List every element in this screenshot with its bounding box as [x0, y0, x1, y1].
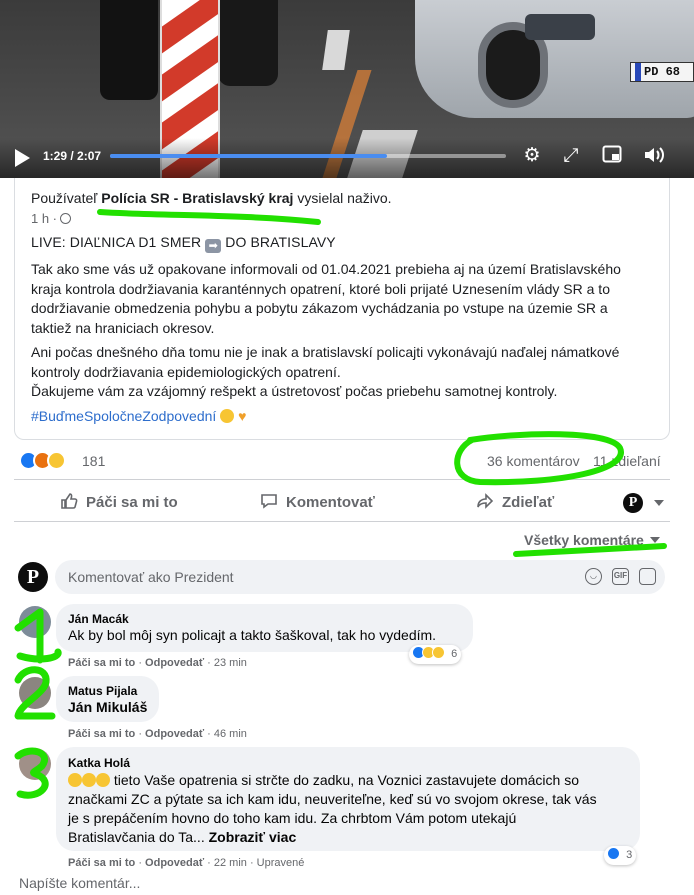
- comment-reply-link[interactable]: Odpovedať: [145, 728, 204, 740]
- user-avatar: P: [18, 562, 48, 592]
- comment-footer: Páči sa mi to · Odpovedať · 46 min: [68, 728, 247, 740]
- live-suffix: vysielal naživo.: [297, 190, 392, 206]
- smile-emoji-icon: [96, 773, 110, 787]
- thumbs-up-icon: [61, 493, 78, 509]
- comment-like-link[interactable]: Páči sa mi to: [68, 728, 135, 740]
- comment-time[interactable]: · 46 min: [207, 728, 247, 740]
- comment-text-line: Bratislavčania do Ta... Zobraziť viac: [68, 828, 296, 847]
- pip-icon[interactable]: [601, 145, 623, 167]
- smile-emoji-icon: [82, 773, 96, 787]
- police-officer-figure: [100, 0, 158, 100]
- comment-button[interactable]: Komentovať: [260, 492, 375, 511]
- divider: [14, 479, 670, 480]
- sticker-icon[interactable]: [639, 568, 656, 585]
- comment-text-line: je s prepáčením hovno do toho kam idu. Z…: [68, 810, 517, 826]
- mentioned-user-link[interactable]: Ján Mikuláš: [68, 698, 147, 717]
- share-arrow-icon: [477, 493, 494, 509]
- chevron-down-icon: [649, 537, 660, 543]
- video-time: 1:29 / 2:07: [43, 149, 102, 163]
- chevron-down-icon[interactable]: [654, 500, 664, 506]
- globe-icon: [60, 213, 72, 224]
- post-paragraph: Tak ako sme vás už opakovane informovali…: [31, 261, 621, 336]
- right-arrow-icon: ➡: [205, 239, 222, 253]
- comment-count[interactable]: 36 komentárov: [487, 453, 580, 469]
- comment-time[interactable]: · 23 min: [207, 657, 247, 669]
- comment-reactions[interactable]: 6: [409, 645, 462, 664]
- share-label: Zdieľať: [502, 494, 555, 511]
- avatar[interactable]: [19, 606, 51, 638]
- post-title: LIVE: DIAĽNICA D1 SMER ➡ DO BRATISLAVY: [31, 234, 336, 253]
- comment-text: Ak by bol môj syn policajt a takto šaško…: [68, 627, 437, 643]
- share-button[interactable]: Zdieľať: [476, 492, 554, 511]
- avatar[interactable]: [19, 677, 51, 709]
- post-age[interactable]: 1 h ·: [31, 211, 57, 226]
- comment-input-placeholder: Komentovať ako Prezident: [68, 569, 234, 585]
- comment-author[interactable]: Ján Macák: [68, 612, 129, 626]
- volume-icon[interactable]: [643, 145, 665, 167]
- comment-reply-link[interactable]: Odpovedať: [145, 857, 204, 869]
- see-more-link[interactable]: Zobraziť viac: [209, 829, 297, 845]
- orange-heart-icon: ♥: [238, 408, 247, 424]
- live-prefix: Používateľ: [31, 190, 98, 206]
- gear-icon[interactable]: ⚙: [521, 145, 543, 167]
- comment-time[interactable]: · 22 min · Upravené: [207, 857, 304, 869]
- page-name-link[interactable]: Polícia SR - Bratislavský kraj: [101, 190, 293, 206]
- emoji-icon[interactable]: ◡: [585, 568, 602, 585]
- police-officer-figure: [218, 0, 278, 86]
- gif-icon[interactable]: GIF: [612, 568, 629, 585]
- comment-like-link[interactable]: Páči sa mi to: [68, 857, 135, 869]
- video-progress-fill: [110, 154, 388, 158]
- comment-footer: Páči sa mi to · Odpovedať · 23 min: [68, 657, 247, 669]
- hashtag-text[interactable]: #BuďmeSpoločneZodpovední: [31, 408, 216, 424]
- hashtag-link[interactable]: #BuďmeSpoločneZodpovední ♥: [31, 408, 246, 424]
- post-paragraph: Ani počas dnešného dňa tomu nie je inak …: [31, 344, 620, 399]
- sort-label: Všetky komentáre: [524, 532, 644, 548]
- share-count[interactable]: 11 zdieľaní: [593, 453, 661, 469]
- fullscreen-icon[interactable]: ⤢: [560, 145, 582, 167]
- smile-emoji-icon: [220, 409, 235, 423]
- like-label: Páči sa mi to: [86, 494, 178, 511]
- reaction-count[interactable]: 181: [82, 453, 105, 469]
- comment-sort-dropdown[interactable]: Všetky komentáre: [524, 532, 660, 548]
- comment-reaction-count: 3: [626, 849, 633, 861]
- profile-switcher-avatar[interactable]: P: [623, 493, 643, 513]
- video-progress-bar[interactable]: [110, 154, 506, 158]
- speech-bubble-icon: [261, 494, 277, 509]
- avatar[interactable]: [19, 748, 51, 780]
- smile-emoji-icon: [68, 773, 82, 787]
- play-icon[interactable]: [15, 149, 30, 167]
- car-headlight: [525, 14, 595, 40]
- video-player[interactable]: PD 68 1:29 / 2:07 ⚙ ⤢: [0, 0, 694, 178]
- haha-reaction-icon: [47, 451, 66, 470]
- comment-reactions[interactable]: 3: [604, 846, 637, 865]
- comment-reply-link[interactable]: Odpovedať: [145, 657, 204, 669]
- write-comment-input[interactable]: Napíšte komentár...: [19, 875, 140, 891]
- license-plate: PD 68: [630, 62, 694, 82]
- live-status-line: Používateľ Polícia SR - Bratislavský kra…: [31, 190, 392, 206]
- comment-footer: Páči sa mi to · Odpovedať · 22 min · Upr…: [68, 857, 305, 869]
- comment-text-line: značkami ZC a pýtate sa ich kam idu, neu…: [68, 791, 597, 807]
- comment-text-line: tieto Vaše opatrenia si strčte do zadku,…: [113, 772, 580, 788]
- comment-author[interactable]: Katka Holá: [68, 756, 130, 770]
- post-title-left: LIVE: DIAĽNICA D1 SMER: [31, 234, 202, 250]
- video-controls: [0, 138, 694, 178]
- comment-reaction-count: 6: [451, 648, 458, 660]
- sad-reaction-icon: [432, 646, 445, 659]
- comment-text: tieto Vaše opatrenia si strčte do zadku,…: [68, 771, 579, 790]
- comment-label: Komentovať: [286, 494, 375, 511]
- like-reaction-icon: [607, 847, 620, 860]
- comment-like-link[interactable]: Páči sa mi to: [68, 657, 135, 669]
- post-title-right: DO BRATISLAVY: [225, 234, 336, 250]
- like-button[interactable]: Páči sa mi to: [60, 492, 178, 511]
- comment-text-line: Bratislavčania do Ta...: [68, 829, 205, 845]
- comment-author[interactable]: Matus Pijala: [68, 684, 137, 698]
- divider: [14, 521, 670, 522]
- post-meta: 1 h ·: [31, 211, 72, 226]
